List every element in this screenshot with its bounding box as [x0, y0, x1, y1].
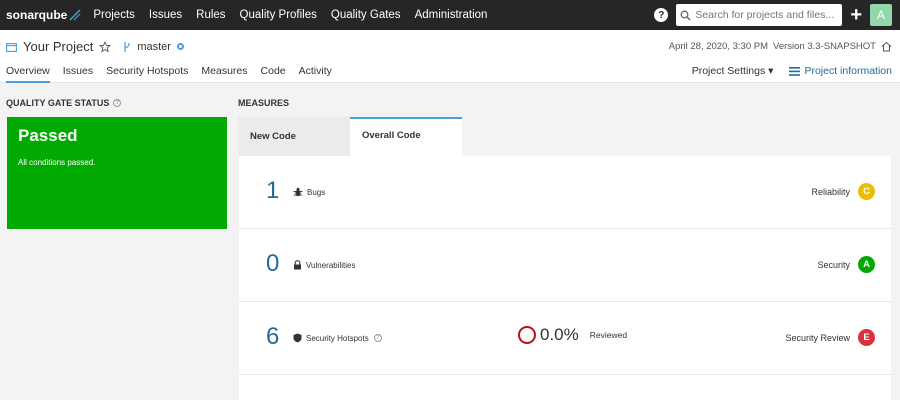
branch-status-icon — [176, 43, 184, 50]
plus-icon[interactable]: + — [850, 5, 862, 25]
shield-icon — [293, 333, 302, 343]
security-hotspots-label: Security Hotspots — [306, 333, 369, 343]
quality-gate-status: Passed — [18, 126, 78, 145]
hotspots-reviewed[interactable]: 0.0% Reviewed — [518, 325, 627, 345]
vulnerabilities-label: Vulnerabilities — [306, 260, 356, 270]
home-icon[interactable] — [881, 41, 892, 52]
measures-panel: 1 Bugs Reliability C 0 Vulnerabilities S… — [239, 156, 891, 400]
tab-activity[interactable]: Activity — [299, 65, 332, 83]
tab-new-code-label: New Code — [250, 131, 296, 142]
measures-tabs: New Code Overall Code — [238, 117, 462, 156]
bugs-label-group: Bugs — [293, 187, 325, 197]
quality-gate-heading: QUALITY GATE STATUS ? — [6, 98, 122, 108]
nav-quality-profiles[interactable]: Quality Profiles — [240, 9, 317, 21]
bugs-count[interactable]: 1 — [266, 177, 279, 205]
reviewed-percentage: 0.0% — [540, 325, 579, 344]
help-circle-icon[interactable]: ? — [373, 334, 382, 342]
bug-icon — [293, 187, 303, 197]
top-navigation-bar: sonarqube Projects Issues Rules Quality … — [0, 0, 900, 30]
tab-overall-code-label: Overall Code — [362, 130, 421, 141]
analysis-date: April 28, 2020, 3:30 PM — [668, 41, 769, 52]
measure-row-bugs: 1 Bugs Reliability C — [239, 156, 891, 229]
security-rating[interactable]: Security A — [817, 256, 875, 273]
quality-gate-message: All conditions passed. — [18, 158, 96, 167]
project-information-button[interactable]: Project information — [789, 65, 892, 77]
project-title-row: Your Project master — [6, 39, 184, 54]
security-hotspots-label-group: Security Hotspots ? — [293, 333, 382, 343]
logo-wave-icon — [69, 9, 81, 21]
favorite-star-icon[interactable] — [99, 40, 112, 53]
project-tabs: Overview Issues Security Hotspots Measur… — [6, 65, 345, 83]
measure-row-vulnerabilities: 0 Vulnerabilities Security A — [239, 229, 891, 302]
bugs-label: Bugs — [307, 187, 326, 197]
project-settings-button[interactable]: Project Settings ▾ — [692, 65, 774, 77]
topbar-actions: ? + A — [654, 4, 900, 26]
project-meta: April 28, 2020, 3:30 PM Version 3.3-SNAP… — [669, 41, 892, 52]
reviewed-donut-icon — [518, 326, 536, 344]
tab-issues[interactable]: Issues — [63, 65, 93, 83]
security-rating-badge: A — [858, 256, 875, 273]
security-hotspots-count[interactable]: 6 — [266, 323, 279, 351]
tab-code[interactable]: Code — [261, 65, 286, 83]
tab-overview[interactable]: Overview — [6, 65, 50, 83]
nav-issues[interactable]: Issues — [149, 9, 182, 21]
nav-rules[interactable]: Rules — [196, 9, 225, 21]
measure-row-security-hotspots: 6 Security Hotspots ? 0.0% Reviewed Secu… — [239, 302, 891, 375]
nav-quality-gates[interactable]: Quality Gates — [331, 9, 401, 21]
measures-heading: MEASURES — [238, 98, 290, 108]
sonarqube-logo[interactable]: sonarqube — [6, 8, 81, 22]
reliability-rating[interactable]: Reliability C — [811, 183, 875, 200]
project-name[interactable]: Your Project — [23, 39, 93, 54]
avatar[interactable]: A — [870, 4, 892, 26]
branch-selector[interactable]: master — [123, 41, 184, 53]
search-box[interactable] — [676, 4, 843, 26]
search-input[interactable] — [691, 9, 836, 21]
vulnerabilities-label-group: Vulnerabilities — [293, 260, 356, 270]
reviewed-label: Reviewed — [589, 330, 628, 340]
project-header: Your Project master April 28, 2020, 3:30… — [0, 30, 900, 83]
security-review-label: Security Review — [785, 332, 850, 343]
project-settings-label: Project Settings — [691, 65, 766, 77]
reliability-label: Reliability — [811, 186, 850, 197]
search-icon — [680, 10, 691, 20]
security-label: Security — [817, 259, 850, 270]
tab-overall-code[interactable]: Overall Code — [350, 117, 462, 156]
caret-down-icon: ▾ — [768, 65, 774, 77]
help-icon[interactable]: ? — [654, 8, 669, 22]
quality-gate-status-box: Passed All conditions passed. — [7, 117, 227, 229]
main-nav: Projects Issues Rules Quality Profiles Q… — [93, 9, 501, 21]
lock-icon — [294, 260, 301, 270]
project-icon — [6, 42, 17, 52]
project-version: Version 3.3-SNAPSHOT — [773, 41, 876, 52]
tab-new-code[interactable]: New Code — [238, 117, 350, 156]
branch-name: master — [137, 40, 171, 53]
tab-measures[interactable]: Measures — [201, 65, 247, 83]
quality-gate-label: QUALITY GATE STATUS — [6, 98, 110, 108]
project-information-label: Project information — [804, 65, 892, 77]
tab-security-hotspots[interactable]: Security Hotspots — [106, 65, 188, 83]
nav-administration[interactable]: Administration — [415, 9, 488, 21]
branch-icon — [124, 41, 130, 52]
security-review-rating[interactable]: Security Review E — [785, 329, 875, 346]
vulnerabilities-count[interactable]: 0 — [266, 250, 279, 278]
security-review-rating-badge: E — [858, 329, 875, 346]
project-actions: Project Settings ▾ Project information — [692, 65, 892, 77]
nav-projects[interactable]: Projects — [93, 9, 135, 21]
reliability-rating-badge: C — [858, 183, 875, 200]
logo-text: sonarqube — [6, 8, 68, 22]
help-circle-icon[interactable]: ? — [113, 99, 122, 107]
list-icon — [789, 66, 801, 76]
